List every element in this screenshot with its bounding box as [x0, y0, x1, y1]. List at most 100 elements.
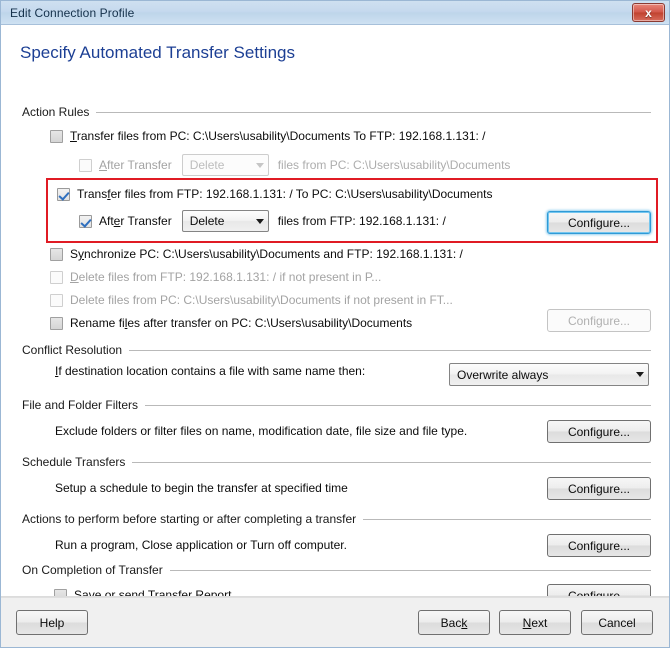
group-rule [363, 518, 651, 520]
group-header-schedule-transfers: Schedule Transfers [22, 455, 651, 469]
rule-label-rename-files: Rename files after transfer on PC: C:\Us… [70, 316, 412, 330]
next-label: Next [523, 616, 548, 630]
configure-label: Configure... [568, 314, 630, 328]
configure-label: Configure... [568, 425, 630, 439]
close-glyph: x [645, 5, 652, 20]
accel-letter: g [595, 313, 603, 328]
back-button[interactable]: Back [418, 610, 490, 635]
group-header-on-completion: On Completion of Transfer [22, 563, 651, 577]
group-rule [169, 569, 651, 571]
configure-button-rename-files[interactable]: Configure... [547, 309, 651, 332]
configure-label-post: ure... [602, 538, 631, 553]
rule-delete-from-ftp[interactable]: Delete files from FTP: 192.168.1.131: / … [50, 270, 381, 284]
next-button[interactable]: Next [499, 610, 571, 635]
accel-letter: g [595, 424, 603, 439]
accel-letter: A [99, 158, 108, 172]
checkbox-after-transfer-ftp-to-pc[interactable] [79, 214, 92, 228]
back-label: Back [441, 616, 468, 630]
rule-text-pre: Rename fi [70, 316, 125, 330]
cancel-label: Cancel [598, 615, 636, 630]
configure-button-actions-before-after[interactable]: Configure... [547, 534, 651, 557]
file-folder-filters-description: Exclude folders or filter files on name,… [55, 424, 468, 438]
checkbox-delete-from-pc[interactable] [50, 293, 63, 307]
conflict-resolution-label-row: If destination location contains a file … [55, 364, 365, 378]
after-transfer-label-pc: After Transfer [99, 158, 172, 172]
group-label: File and Folder Filters [22, 398, 139, 412]
footer-divider [1, 597, 669, 598]
configure-label: Configure... [568, 482, 630, 496]
configure-label: Configure... [568, 539, 630, 553]
page-title: Specify Automated Transfer Settings [20, 43, 295, 62]
group-rule [96, 111, 651, 113]
after-transfer-pc-to-ftp: After Transfer Delete files from PC: C:\… [79, 154, 510, 176]
after-transfer-text-post: r Transfer [120, 214, 172, 228]
group-label: Action Rules [22, 105, 90, 119]
configure-label-post: ure... [602, 313, 631, 328]
group-rule [129, 349, 651, 351]
checkbox-delete-from-ftp[interactable] [50, 270, 63, 284]
after-transfer-label-ftp: After Transfer [99, 214, 172, 228]
close-icon[interactable]: x [632, 3, 665, 22]
group-rule [132, 461, 651, 463]
combo-conflict-resolution[interactable]: Overwrite always [449, 363, 649, 386]
group-header-action-rules: Action Rules [22, 105, 651, 119]
conflict-resolution-text: f destination location contains a file w… [58, 364, 366, 378]
accel-letter: T [70, 129, 77, 143]
configure-button-schedule-transfers[interactable]: Configure... [547, 477, 651, 500]
checkbox-synchronize[interactable] [50, 247, 63, 261]
rule-text-post: nchronize PC: C:\Users\usability\Documen… [84, 247, 463, 261]
configure-button-after-transfer[interactable]: Configure... [547, 211, 651, 234]
group-header-actions-before-after: Actions to perform before starting or af… [22, 512, 651, 526]
window-titlebar: Edit Connection Profile x [1, 1, 669, 25]
after-transfer-text: fter Transfer [107, 158, 172, 172]
cancel-button[interactable]: Cancel [581, 610, 653, 635]
configure-label-post: ure... [602, 424, 631, 439]
group-header-file-folder-filters: File and Folder Filters [22, 398, 651, 412]
configure-label: Configure... [567, 215, 631, 230]
combo-value: Overwrite always [457, 367, 549, 382]
actions-before-after-description-row: Run a program, Close application or Turn… [55, 538, 347, 552]
chevron-down-icon [636, 372, 644, 377]
combo-value: Delete [189, 214, 225, 228]
combo-after-transfer-action-pc[interactable]: Delete [181, 154, 269, 176]
rule-rename-files[interactable]: Rename files after transfer on PC: C:\Us… [50, 316, 412, 330]
help-label: Help [39, 615, 65, 630]
combo-after-transfer-action-ftp[interactable]: Delete [181, 210, 269, 232]
group-rule [145, 404, 651, 406]
after-transfer-ftp-to-pc: After Transfer Delete files from FTP: 19… [79, 210, 446, 232]
checkbox-rename-files[interactable] [50, 316, 63, 330]
dialog-content: Specify Automated Transfer Settings Acti… [1, 25, 669, 607]
help-button[interactable]: Help [16, 610, 88, 635]
checkbox-after-transfer-pc-to-ftp[interactable] [79, 158, 92, 172]
group-label: Schedule Transfers [22, 455, 126, 469]
rule-pc-to-ftp[interactable]: Transfer files from PC: C:\Users\usabili… [50, 129, 486, 143]
accel-letter: k [461, 615, 468, 630]
rule-text-post: es after transfer on PC: C:\Users\usabil… [127, 316, 413, 330]
after-transfer-suffix-ftp: files from FTP: 192.168.1.131: / [277, 214, 446, 228]
chevron-down-icon [255, 218, 264, 224]
configure-label-pre: Confi [567, 481, 596, 496]
group-label: Actions to perform before starting or af… [22, 512, 357, 526]
rule-text: elete files from FTP: 192.168.1.131: / i… [78, 270, 382, 284]
rule-label-ftp-to-pc: Transfer files from FTP: 192.168.1.131: … [77, 187, 493, 201]
accel-letter: D [70, 270, 79, 284]
group-label: Conflict Resolution [22, 343, 123, 357]
edit-connection-profile-window: Edit Connection Profile x Specify Automa… [0, 0, 670, 648]
checkbox-transfer-pc-to-ftp[interactable] [50, 129, 63, 143]
dialog-footer: Help Back Next Cancel [1, 596, 669, 647]
rule-synchronize[interactable]: Synchronize PC: C:\Users\usability\Docum… [50, 247, 463, 261]
rule-label-pc-to-ftp: Transfer files from PC: C:\Users\usabili… [70, 129, 486, 143]
configure-label-post: ure... [602, 481, 631, 496]
configure-button-file-folder-filters[interactable]: Configure... [547, 420, 651, 443]
rule-text-post: er files from FTP: 192.168.1.131: / To P… [110, 187, 493, 201]
accel-letter: g [595, 481, 603, 496]
window-title: Edit Connection Profile [10, 5, 135, 20]
rule-text-pre: S [70, 247, 79, 261]
configure-label-pre: Confi [567, 424, 596, 439]
combo-value: Delete [189, 158, 225, 172]
next-label-post: ext [531, 615, 548, 630]
rule-delete-from-pc[interactable]: Delete files from PC: C:\Users\usability… [50, 293, 453, 307]
rule-ftp-to-pc[interactable]: Transfer files from FTP: 192.168.1.131: … [57, 187, 493, 201]
after-transfer-suffix-pc: files from PC: C:\Users\usability\Docume… [277, 158, 511, 172]
checkbox-transfer-ftp-to-pc[interactable] [57, 187, 70, 201]
